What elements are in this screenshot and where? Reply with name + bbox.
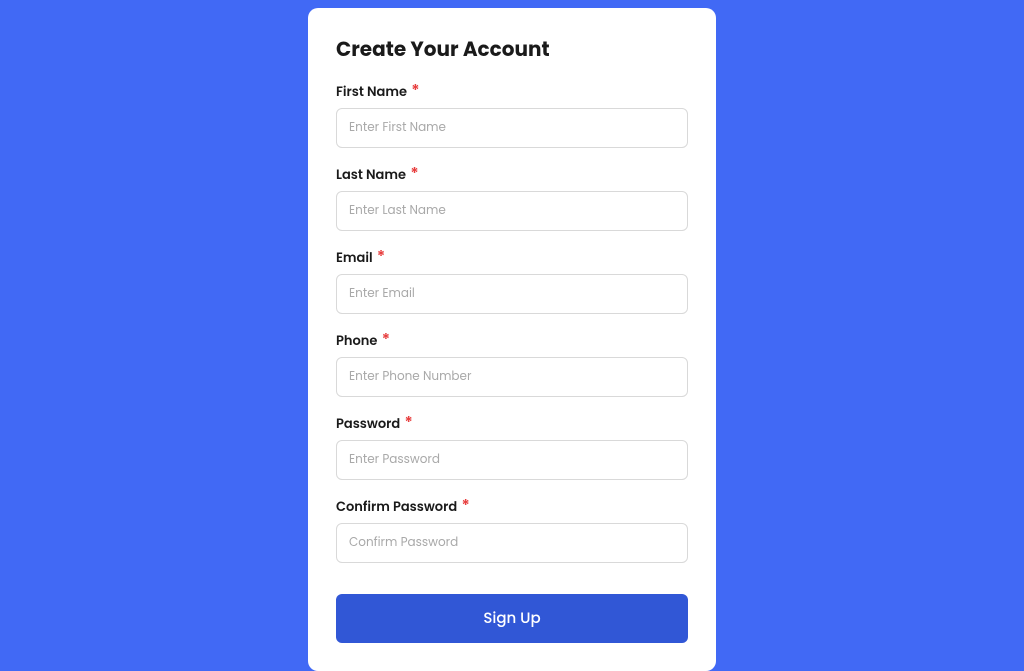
- required-asterisk: *: [377, 245, 385, 268]
- field-last-name: Last Name *: [336, 161, 688, 231]
- confirm-password-input[interactable]: [336, 523, 688, 563]
- signup-card: Create Your Account First Name * Last Na…: [308, 8, 716, 671]
- signup-button[interactable]: Sign Up: [336, 594, 688, 643]
- email-label-text: Email: [336, 248, 373, 268]
- last-name-label-text: Last Name: [336, 165, 406, 185]
- required-asterisk: *: [405, 411, 413, 434]
- password-input[interactable]: [336, 440, 688, 480]
- email-label: Email *: [336, 245, 385, 268]
- first-name-input[interactable]: [336, 108, 688, 148]
- required-asterisk: *: [410, 162, 418, 185]
- last-name-label: Last Name *: [336, 162, 419, 185]
- password-label: Password *: [336, 411, 413, 434]
- phone-label-text: Phone: [336, 331, 377, 351]
- field-email: Email *: [336, 244, 688, 314]
- required-asterisk: *: [411, 79, 419, 102]
- first-name-label-text: First Name: [336, 82, 407, 102]
- field-confirm-password: Confirm Password *: [336, 493, 688, 563]
- required-asterisk: *: [382, 328, 390, 351]
- email-input[interactable]: [336, 274, 688, 314]
- first-name-label: First Name *: [336, 79, 420, 102]
- password-label-text: Password: [336, 414, 400, 434]
- field-first-name: First Name *: [336, 78, 688, 148]
- phone-label: Phone *: [336, 328, 390, 351]
- last-name-input[interactable]: [336, 191, 688, 231]
- field-password: Password *: [336, 410, 688, 480]
- form-title: Create Your Account: [336, 34, 688, 64]
- confirm-password-label-text: Confirm Password: [336, 497, 457, 517]
- confirm-password-label: Confirm Password *: [336, 494, 470, 517]
- field-phone: Phone *: [336, 327, 688, 397]
- phone-input[interactable]: [336, 357, 688, 397]
- required-asterisk: *: [461, 494, 469, 517]
